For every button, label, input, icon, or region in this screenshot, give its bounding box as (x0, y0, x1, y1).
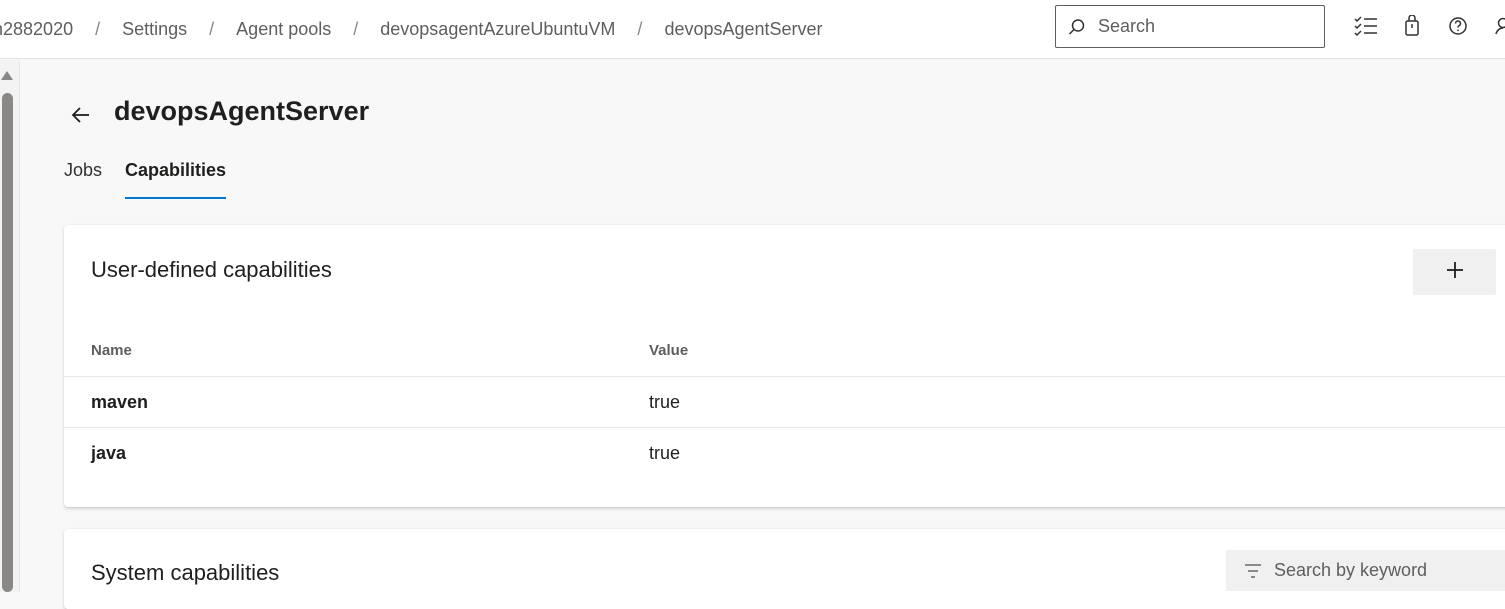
user-capabilities-card: User-defined capabilities Name Value mav… (64, 225, 1505, 507)
tab-bar: Jobs Capabilities (64, 160, 249, 199)
capabilities-table: Name Value maven true java true (64, 325, 1505, 479)
breadcrumb-separator: / (95, 19, 100, 40)
tab-jobs[interactable]: Jobs (64, 160, 102, 199)
search-box[interactable] (1055, 5, 1325, 48)
search-icon (1068, 18, 1086, 36)
shopping-bag-icon[interactable] (1400, 14, 1424, 38)
plus-icon (1446, 261, 1464, 284)
keyword-filter[interactable] (1226, 550, 1505, 591)
table-header: Name Value (64, 325, 1505, 377)
breadcrumb: n2882020 / Settings / Agent pools / devo… (0, 19, 823, 40)
capability-name: maven (64, 392, 649, 413)
breadcrumb-agent-pool[interactable]: devopsagentAzureUbuntuVM (380, 19, 615, 40)
breadcrumb-separator: / (353, 19, 358, 40)
breadcrumb-settings[interactable]: Settings (122, 19, 187, 40)
breadcrumb-organization[interactable]: n2882020 (0, 19, 73, 40)
tab-capabilities[interactable]: Capabilities (125, 160, 226, 199)
user-settings-icon[interactable] (1492, 14, 1505, 38)
help-icon[interactable] (1446, 14, 1470, 38)
column-header-value[interactable]: Value (649, 342, 688, 359)
system-capabilities-card: System capabilities (64, 529, 1505, 609)
filter-icon (1244, 562, 1262, 580)
page-title: devopsAgentServer (114, 96, 369, 127)
capability-value: true (649, 443, 680, 464)
capability-value: true (649, 392, 680, 413)
user-capabilities-title: User-defined capabilities (91, 257, 332, 283)
task-list-icon[interactable] (1354, 14, 1378, 38)
breadcrumb-separator: / (209, 19, 214, 40)
scroll-up-arrow-icon[interactable] (1, 71, 13, 80)
table-row[interactable]: maven true (64, 377, 1505, 428)
search-input[interactable] (1098, 16, 1298, 37)
column-header-name[interactable]: Name (64, 342, 649, 359)
top-bar: n2882020 / Settings / Agent pools / devo… (0, 0, 1505, 59)
breadcrumb-agent-pools[interactable]: Agent pools (236, 19, 331, 40)
breadcrumb-separator: / (637, 19, 642, 40)
system-capabilities-title: System capabilities (91, 560, 279, 586)
table-row[interactable]: java true (64, 428, 1505, 479)
breadcrumb-agent[interactable]: devopsAgentServer (664, 19, 822, 40)
keyword-filter-input[interactable] (1274, 560, 1504, 581)
scrollbar-thumb[interactable] (2, 93, 13, 592)
capability-name: java (64, 443, 649, 464)
back-arrow-icon[interactable] (70, 104, 92, 126)
top-icons (1354, 14, 1505, 38)
add-capability-button[interactable] (1413, 249, 1496, 295)
